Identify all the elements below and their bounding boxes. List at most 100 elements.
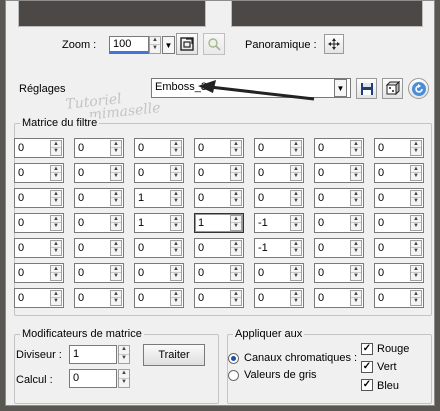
matrix-cell-spinner[interactable]: ▲ ▼ bbox=[170, 240, 182, 256]
diviseur-spinner[interactable]: ▲ ▼ bbox=[118, 345, 130, 364]
matrix-cell[interactable]: 0 ▲ ▼ bbox=[254, 288, 304, 308]
spin-down-icon[interactable]: ▼ bbox=[231, 198, 241, 205]
spin-down-icon[interactable]: ▼ bbox=[51, 273, 61, 280]
spin-down-icon[interactable]: ▼ bbox=[411, 148, 421, 155]
matrix-cell[interactable]: 0 ▲ ▼ bbox=[74, 138, 124, 158]
spin-down-icon[interactable]: ▼ bbox=[291, 273, 301, 280]
matrix-cell-spinner[interactable]: ▲ ▼ bbox=[230, 140, 242, 156]
spin-up-icon[interactable]: ▲ bbox=[411, 241, 421, 248]
matrix-cell[interactable]: -1 ▲ ▼ bbox=[254, 238, 304, 258]
matrix-cell-spinner[interactable]: ▲ ▼ bbox=[170, 215, 182, 231]
spin-down-icon[interactable]: ▼ bbox=[51, 298, 61, 305]
spin-down-icon[interactable]: ▼ bbox=[351, 198, 361, 205]
matrix-cell[interactable]: 0 ▲ ▼ bbox=[14, 263, 64, 283]
spin-down-icon[interactable]: ▼ bbox=[351, 173, 361, 180]
spin-down-icon[interactable]: ▼ bbox=[231, 273, 241, 280]
spin-down-icon[interactable]: ▼ bbox=[231, 223, 241, 230]
spin-down-icon[interactable]: ▼ bbox=[171, 248, 181, 255]
spin-up-icon[interactable]: ▲ bbox=[351, 266, 361, 273]
matrix-cell[interactable]: 0 ▲ ▼ bbox=[134, 163, 184, 183]
spin-up-icon[interactable]: ▲ bbox=[351, 191, 361, 198]
matrix-cell-spinner[interactable]: ▲ ▼ bbox=[110, 290, 122, 306]
matrix-cell[interactable]: 0 ▲ ▼ bbox=[374, 238, 424, 258]
rouge-checkbox[interactable]: ✓ bbox=[361, 343, 373, 355]
spin-up-icon[interactable]: ▲ bbox=[111, 266, 121, 273]
spin-up-icon[interactable]: ▲ bbox=[351, 241, 361, 248]
spin-down-icon[interactable]: ▼ bbox=[111, 198, 121, 205]
matrix-cell-spinner[interactable]: ▲ ▼ bbox=[50, 240, 62, 256]
spin-up-icon[interactable]: ▲ bbox=[51, 216, 61, 223]
matrix-cell-spinner[interactable]: ▲ ▼ bbox=[170, 290, 182, 306]
spin-up-icon[interactable]: ▲ bbox=[351, 141, 361, 148]
matrix-cell-spinner[interactable]: ▲ ▼ bbox=[350, 240, 362, 256]
zoom-fit-button[interactable] bbox=[176, 33, 198, 55]
spin-down-icon[interactable]: ▼ bbox=[291, 248, 301, 255]
matrix-cell-spinner[interactable]: ▲ ▼ bbox=[110, 240, 122, 256]
zoom-menu-button[interactable]: ▼ bbox=[162, 36, 175, 54]
matrix-cell-spinner[interactable]: ▲ ▼ bbox=[350, 165, 362, 181]
matrix-cell[interactable]: 0 ▲ ▼ bbox=[314, 188, 364, 208]
spin-down-icon[interactable]: ▼ bbox=[411, 198, 421, 205]
matrix-cell-spinner[interactable]: ▲ ▼ bbox=[350, 215, 362, 231]
spin-up-icon[interactable]: ▲ bbox=[231, 266, 241, 273]
spin-up-icon[interactable]: ▲ bbox=[119, 370, 129, 379]
canaux-radio[interactable] bbox=[228, 353, 239, 364]
matrix-cell[interactable]: 1 ▲ ▼ bbox=[194, 213, 244, 233]
matrix-cell[interactable]: 1 ▲ ▼ bbox=[134, 213, 184, 233]
matrix-cell[interactable]: 0 ▲ ▼ bbox=[14, 238, 64, 258]
spin-up-icon[interactable]: ▲ bbox=[111, 291, 121, 298]
matrix-cell-spinner[interactable]: ▲ ▼ bbox=[230, 290, 242, 306]
spin-up-icon[interactable]: ▲ bbox=[231, 291, 241, 298]
vert-checkbox[interactable]: ✓ bbox=[361, 361, 373, 373]
spin-up-icon[interactable]: ▲ bbox=[119, 346, 129, 355]
matrix-cell-spinner[interactable]: ▲ ▼ bbox=[50, 265, 62, 281]
calcul-spinner[interactable]: ▲ ▼ bbox=[118, 369, 130, 388]
matrix-cell-spinner[interactable]: ▲ ▼ bbox=[290, 140, 302, 156]
matrix-cell-spinner[interactable]: ▲ ▼ bbox=[410, 240, 422, 256]
matrix-cell[interactable]: 0 ▲ ▼ bbox=[14, 138, 64, 158]
matrix-cell-spinner[interactable]: ▲ ▼ bbox=[230, 215, 242, 231]
matrix-cell-spinner[interactable]: ▲ ▼ bbox=[410, 290, 422, 306]
matrix-cell[interactable]: 0 ▲ ▼ bbox=[314, 263, 364, 283]
calcul-input[interactable]: 0 bbox=[69, 369, 117, 388]
spin-up-icon[interactable]: ▲ bbox=[111, 216, 121, 223]
matrix-cell[interactable]: 0 ▲ ▼ bbox=[374, 263, 424, 283]
matrix-cell[interactable]: 0 ▲ ▼ bbox=[194, 188, 244, 208]
spin-down-icon[interactable]: ▼ bbox=[231, 173, 241, 180]
matrix-cell-spinner[interactable]: ▲ ▼ bbox=[290, 190, 302, 206]
spin-down-icon[interactable]: ▼ bbox=[111, 148, 121, 155]
spin-up-icon[interactable]: ▲ bbox=[291, 191, 301, 198]
valeurs-gris-radio[interactable] bbox=[228, 370, 239, 381]
spin-down-icon[interactable]: ▼ bbox=[231, 248, 241, 255]
spin-up-icon[interactable]: ▲ bbox=[51, 191, 61, 198]
matrix-cell-spinner[interactable]: ▲ ▼ bbox=[290, 265, 302, 281]
matrix-cell-spinner[interactable]: ▲ ▼ bbox=[110, 215, 122, 231]
spin-down-icon[interactable]: ▼ bbox=[351, 273, 361, 280]
spin-up-icon[interactable]: ▲ bbox=[291, 266, 301, 273]
spin-up-icon[interactable]: ▲ bbox=[411, 216, 421, 223]
spin-up-icon[interactable]: ▲ bbox=[291, 291, 301, 298]
matrix-cell[interactable]: 0 ▲ ▼ bbox=[254, 263, 304, 283]
matrix-cell-spinner[interactable]: ▲ ▼ bbox=[350, 190, 362, 206]
matrix-cell[interactable]: 0 ▲ ▼ bbox=[374, 188, 424, 208]
spin-down-icon[interactable]: ▼ bbox=[111, 173, 121, 180]
spin-down-icon[interactable]: ▼ bbox=[351, 148, 361, 155]
spin-up-icon[interactable]: ▲ bbox=[291, 216, 301, 223]
matrix-cell[interactable]: 0 ▲ ▼ bbox=[194, 288, 244, 308]
spin-up-icon[interactable]: ▲ bbox=[411, 291, 421, 298]
matrix-cell-spinner[interactable]: ▲ ▼ bbox=[410, 165, 422, 181]
spin-down-icon[interactable]: ▼ bbox=[231, 298, 241, 305]
spin-up-icon[interactable]: ▲ bbox=[111, 191, 121, 198]
matrix-cell[interactable]: 0 ▲ ▼ bbox=[74, 263, 124, 283]
matrix-cell-spinner[interactable]: ▲ ▼ bbox=[110, 140, 122, 156]
matrix-cell[interactable]: 0 ▲ ▼ bbox=[314, 138, 364, 158]
spin-up-icon[interactable]: ▲ bbox=[411, 166, 421, 173]
zoom-spinner[interactable]: ▲ ▼ bbox=[149, 36, 161, 54]
spin-down-icon[interactable]: ▼ bbox=[171, 198, 181, 205]
matrix-cell[interactable]: 0 ▲ ▼ bbox=[14, 213, 64, 233]
matrix-cell-spinner[interactable]: ▲ ▼ bbox=[350, 290, 362, 306]
matrix-cell-spinner[interactable]: ▲ ▼ bbox=[290, 290, 302, 306]
matrix-cell[interactable]: 0 ▲ ▼ bbox=[254, 163, 304, 183]
matrix-cell-spinner[interactable]: ▲ ▼ bbox=[110, 265, 122, 281]
spin-down-icon[interactable]: ▼ bbox=[351, 248, 361, 255]
